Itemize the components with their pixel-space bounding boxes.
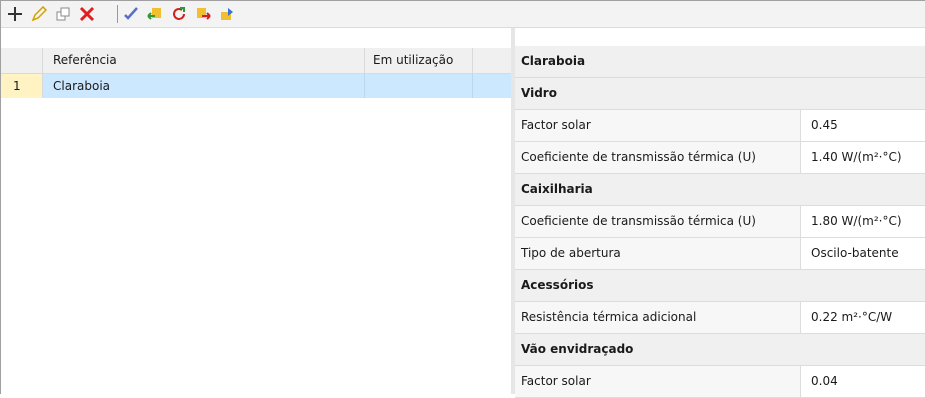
table-row[interactable]: 1 Claraboia bbox=[1, 74, 511, 98]
export-icon[interactable] bbox=[193, 4, 213, 24]
property-key: Coeficiente de transmissão térmica (U) bbox=[515, 142, 801, 173]
property-value[interactable]: 0.04 bbox=[801, 366, 925, 397]
delete-icon[interactable] bbox=[77, 4, 97, 24]
reference-table: Referência Em utilização 1 Claraboia bbox=[1, 28, 511, 394]
cell-in-use[interactable] bbox=[365, 74, 473, 98]
section-vao-envidracado: Vão envidraçado bbox=[515, 334, 925, 366]
refresh-icon[interactable] bbox=[169, 4, 189, 24]
apply-icon[interactable] bbox=[121, 4, 141, 24]
edit-icon[interactable] bbox=[29, 4, 49, 24]
section-label: Acessórios bbox=[521, 278, 594, 292]
section-vidro: Vidro bbox=[515, 78, 925, 110]
column-header-filler bbox=[473, 48, 511, 74]
property-key: Coeficiente de transmissão térmica (U) bbox=[515, 206, 801, 237]
property-key: Resistência térmica adicional bbox=[515, 302, 801, 333]
property-row[interactable]: Coeficiente de transmissão térmica (U) 1… bbox=[515, 142, 925, 174]
property-row[interactable]: Factor solar 0.45 bbox=[515, 110, 925, 142]
table-header: Referência Em utilização bbox=[1, 48, 511, 74]
property-row[interactable]: Coeficiente de transmissão térmica (U) 1… bbox=[515, 206, 925, 238]
add-icon[interactable] bbox=[5, 4, 25, 24]
column-header-reference[interactable]: Referência bbox=[43, 48, 365, 74]
property-value[interactable]: 0.45 bbox=[801, 110, 925, 141]
cell-reference[interactable]: Claraboia bbox=[43, 74, 365, 98]
property-key: Factor solar bbox=[515, 366, 801, 397]
property-row[interactable]: Tipo de abertura Oscilo-batente bbox=[515, 238, 925, 270]
property-value[interactable]: 1.80 W/(m²·°C) bbox=[801, 206, 925, 237]
section-acessorios: Acessórios bbox=[515, 270, 925, 302]
property-value[interactable]: 1.40 W/(m²·°C) bbox=[801, 142, 925, 173]
copy-icon[interactable] bbox=[53, 4, 73, 24]
property-row[interactable]: Factor solar 0.04 bbox=[515, 366, 925, 398]
cell-filler bbox=[473, 74, 511, 98]
properties-title: Claraboia bbox=[515, 46, 925, 78]
property-value[interactable]: 0.22 m²·°C/W bbox=[801, 302, 925, 333]
import-icon[interactable] bbox=[145, 4, 165, 24]
section-caixilharia: Caixilharia bbox=[515, 174, 925, 206]
section-label: Vão envidraçado bbox=[521, 342, 634, 356]
properties-panel: Claraboia Vidro Factor solar 0.45 Coefic… bbox=[515, 46, 925, 398]
property-key: Tipo de abertura bbox=[515, 238, 801, 269]
row-number-header bbox=[1, 48, 43, 74]
toolbar bbox=[1, 1, 925, 28]
library-icon[interactable] bbox=[217, 4, 237, 24]
section-label: Caixilharia bbox=[521, 182, 593, 196]
toolbar-separator bbox=[117, 5, 118, 23]
property-row[interactable]: Resistência térmica adicional 0.22 m²·°C… bbox=[515, 302, 925, 334]
property-key: Factor solar bbox=[515, 110, 801, 141]
properties-title-text: Claraboia bbox=[521, 54, 586, 68]
row-number[interactable]: 1 bbox=[1, 74, 43, 98]
section-label: Vidro bbox=[521, 86, 557, 100]
column-header-in-use[interactable]: Em utilização bbox=[365, 48, 473, 74]
property-value[interactable]: Oscilo-batente bbox=[801, 238, 925, 269]
